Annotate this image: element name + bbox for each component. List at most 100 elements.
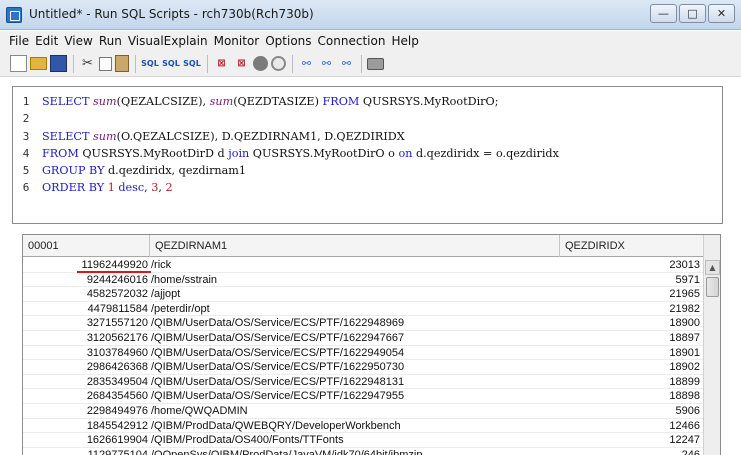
grid-rows: 11962449920/rick 23013 9244246016/home/sst… — [23, 258, 704, 455]
table-cell: /QIBM/UserData/OS/Service/ECS/PTF/162295… — [151, 361, 405, 374]
menu-bar: File Edit View Run VisualExplain Monitor… — [0, 31, 741, 51]
menu-run[interactable]: Run — [99, 34, 122, 48]
menu-help[interactable]: Help — [391, 34, 418, 48]
maximize-button[interactable]: □ — [679, 4, 706, 23]
table-row[interactable]: 2835349504/QIBM/UserData/OS/Service/ECS/… — [23, 375, 704, 390]
minimize-button[interactable]: — — [650, 4, 677, 23]
results-grid[interactable]: 00001 QEZDIRNAM1 QEZDIRIDX 11962449920/r… — [22, 234, 721, 455]
table-row[interactable]: 2986426368/QIBM/UserData/OS/Service/ECS/… — [23, 360, 704, 375]
toolbar-separator — [207, 54, 208, 73]
menu-view[interactable]: View — [64, 34, 92, 48]
table-cell: 5971 — [675, 273, 700, 286]
code-line: SELECT sum(QEZALCSIZE), sum(QEZDTASIZE) … — [42, 95, 499, 108]
table-cell: 18899 — [669, 375, 700, 388]
table-cell: /QIBM/UserData/OS/Service/ECS/PTF/162294… — [151, 331, 405, 344]
vertical-scrollbar[interactable]: ▲ — [703, 235, 720, 455]
run-explain-icon[interactable]: ⊠ — [233, 55, 250, 72]
table-cell: 3120562176 — [86, 331, 148, 344]
column-header-qezdirnam1[interactable]: QEZDIRNAM1 — [150, 235, 560, 257]
table-cell: 9244246016 — [86, 273, 148, 286]
column-header-00001[interactable]: 00001 — [23, 235, 150, 257]
save-icon[interactable] — [50, 55, 67, 72]
table-cell: 5906 — [675, 404, 700, 417]
menu-connection[interactable]: Connection — [318, 34, 386, 48]
scroll-thumb[interactable] — [706, 277, 719, 297]
table-cell: 18897 — [669, 331, 700, 344]
code-line: ORDER BY 1 desc, 3, 2 — [42, 181, 173, 195]
line-number-gutter: 1 2 3 4 5 6 — [13, 93, 39, 197]
print-icon[interactable] — [367, 57, 384, 70]
table-cell: /QIBM/ProdData/QWEBQRY/DeveloperWorkbenc… — [151, 419, 401, 432]
menu-visualexplain[interactable]: VisualExplain — [128, 34, 208, 48]
table-cell: 11962449920 — [81, 259, 148, 271]
table-cell: 18902 — [669, 361, 700, 374]
table-cell: /QIBM/UserData/OS/Service/ECS/PTF/162294… — [151, 317, 405, 330]
code-line: GROUP BY d.qezdiridx, qezdirnam1 — [42, 164, 247, 178]
table-cell: /QOpenSys/QIBM/ProdData/JavaVM/jdk70/64b… — [151, 448, 423, 455]
table-row[interactable]: 1129775104/QOpenSys/QIBM/ProdData/JavaVM… — [23, 448, 704, 455]
table-row[interactable]: 11962449920/rick 23013 — [23, 258, 704, 273]
menu-edit[interactable]: Edit — [35, 34, 58, 48]
cut-icon[interactable]: ✂ — [79, 55, 96, 72]
code-line: FROM QUSRSYS.MyRootDirD d join QUSRSYS.M… — [42, 146, 559, 160]
table-row[interactable]: 4582572032/ajjopt 21965 — [23, 287, 704, 302]
table-cell: 21982 — [669, 302, 700, 315]
menu-monitor[interactable]: Monitor — [214, 34, 260, 48]
table-row[interactable]: 3271557120/QIBM/UserData/OS/Service/ECS/… — [23, 316, 704, 331]
line-number: 2 — [22, 112, 30, 126]
stop-icon[interactable] — [253, 56, 268, 71]
table-row[interactable]: 2298494976/home/QWQADMIN 5906 — [23, 404, 704, 419]
table-row[interactable]: 3103784960/QIBM/UserData/OS/Service/ECS/… — [23, 346, 704, 361]
network-selected-icon[interactable]: ⚯ — [318, 55, 335, 72]
toolbar-separator — [73, 54, 74, 73]
run-sql-icon[interactable]: SQL — [141, 55, 159, 72]
line-number: 4 — [22, 146, 30, 160]
table-row[interactable]: 9244246016/home/sstrain 5971 — [23, 273, 704, 288]
scroll-up-arrow[interactable]: ▲ — [705, 260, 720, 275]
copy-icon[interactable] — [99, 56, 112, 71]
toolbar: ✂ SQL SQL SQL ⊠ ⊠ ⚯ ⚯ ⚯ — [0, 51, 741, 77]
app-icon — [6, 7, 22, 23]
close-button[interactable]: ✕ — [708, 4, 735, 23]
menu-file[interactable]: File — [9, 34, 29, 48]
table-cell: /ajjopt — [151, 288, 181, 301]
table-cell: /QIBM/UserData/OS/Service/ECS/PTF/162294… — [151, 346, 405, 359]
run-sql-all-icon[interactable]: SQL — [183, 55, 201, 72]
sql-editor[interactable]: 1 2 3 4 5 6 SELECT sum(QEZALCSIZE), sum(… — [12, 86, 723, 224]
table-cell: 4582572032 — [86, 288, 148, 301]
toolbar-separator — [361, 54, 362, 73]
code-line: SELECT sum(O.QEZALCSIZE), D.QEZDIRNAM1, … — [42, 129, 405, 143]
table-row[interactable]: 3120562176/QIBM/UserData/OS/Service/ECS/… — [23, 331, 704, 346]
table-cell: 2684354560 — [86, 390, 148, 403]
window-title: Untitled* - Run SQL Scripts - rch730b(Rc… — [29, 7, 314, 21]
table-cell: 18898 — [669, 390, 700, 403]
open-icon[interactable] — [30, 57, 47, 70]
network-icon[interactable]: ⚯ — [298, 55, 315, 72]
window-controls: — □ ✕ — [650, 4, 735, 23]
cancel-icon[interactable] — [271, 56, 286, 71]
table-cell: /rick — [151, 259, 172, 271]
table-cell: 3103784960 — [86, 346, 148, 359]
table-row[interactable]: 4479811584/peterdir/opt 21982 — [23, 302, 704, 317]
table-row[interactable]: 1626619904/QIBM/ProdData/OS400/Fonts/TTF… — [23, 433, 704, 448]
new-icon[interactable] — [10, 55, 27, 72]
table-row[interactable]: 2684354560/QIBM/UserData/OS/Service/ECS/… — [23, 389, 704, 404]
menu-options[interactable]: Options — [265, 34, 311, 48]
paste-icon[interactable] — [115, 55, 129, 72]
table-cell: 1845542912 — [86, 419, 148, 432]
column-header-qezdiridx[interactable]: QEZDIRIDX — [560, 235, 704, 257]
table-cell: 21965 — [669, 288, 700, 301]
table-cell: 12247 — [669, 434, 700, 447]
run-sql-selected-icon[interactable]: SQL — [162, 55, 180, 72]
table-row[interactable]: 1845542912/QIBM/ProdData/QWEBQRY/Develop… — [23, 419, 704, 434]
title-bar: Untitled* - Run SQL Scripts - rch730b(Rc… — [0, 0, 741, 30]
sql-code: SELECT sum(QEZALCSIZE), sum(QEZDTASIZE) … — [42, 93, 559, 197]
network-all-icon[interactable]: ⚯ — [338, 55, 355, 72]
table-cell: /home/sstrain — [151, 273, 218, 286]
table-cell: 2986426368 — [86, 361, 148, 374]
line-number: 5 — [22, 164, 30, 178]
line-number: 6 — [22, 181, 30, 195]
explain-icon[interactable]: ⊠ — [213, 55, 230, 72]
table-cell: /home/QWQADMIN — [151, 404, 248, 417]
